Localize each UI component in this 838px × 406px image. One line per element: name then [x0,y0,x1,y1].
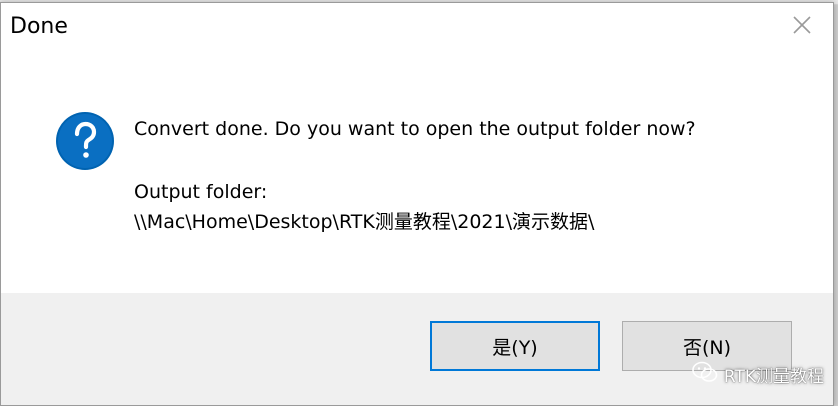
watermark-text: RTK测量教程 [723,367,824,387]
close-button[interactable] [771,3,833,51]
output-folder-label: Output folder: [134,181,268,203]
watermark: RTK测量教程 [692,361,824,388]
output-folder-path: \\Mac\Home\Desktop\RTK测量教程\2021\演示数据\ [134,211,595,233]
title-bar: Done [1,3,833,51]
yes-button[interactable]: 是(Y) [430,321,600,371]
close-icon [792,15,812,39]
button-bar: 是(Y) 否(N) [1,293,833,405]
dialog-message: Convert done. Do you want to open the ou… [134,118,696,140]
dialog-content: Convert done. Do you want to open the ou… [1,51,833,291]
dialog-title: Done [10,14,68,39]
question-icon [55,111,115,171]
message-dialog: Done Convert done. Do you want to open t… [0,2,834,406]
wechat-icon [692,361,718,388]
